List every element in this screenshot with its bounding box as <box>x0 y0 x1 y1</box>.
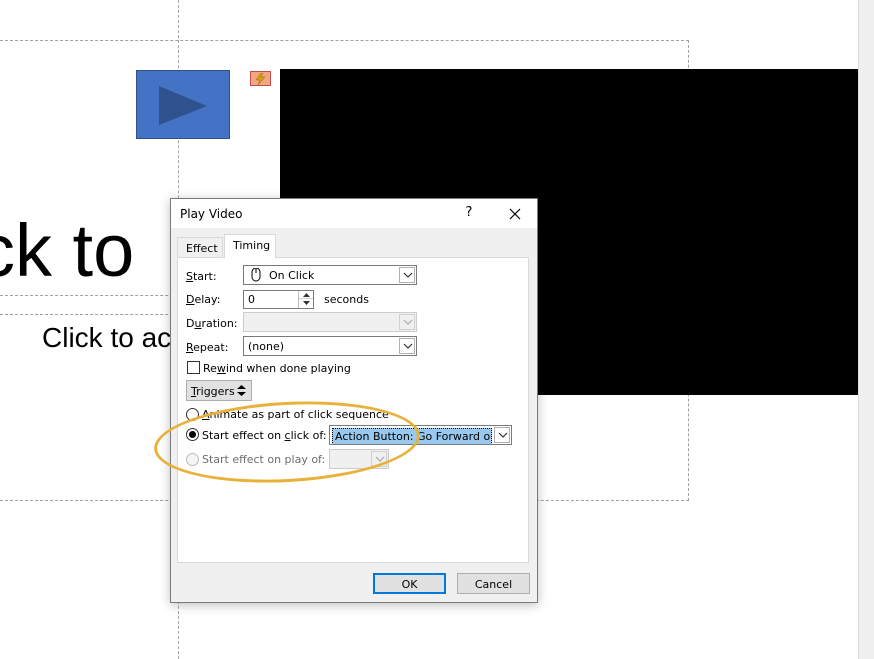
start-on-play-dropdown-arrow <box>371 451 387 467</box>
start-on-click-combo[interactable]: Action Button: Go Forward or N <box>329 425 512 445</box>
repeat-combo[interactable]: (none) <box>243 336 417 356</box>
close-icon <box>509 208 521 220</box>
arrow-up-icon <box>303 293 310 297</box>
triggers-label: Triggers <box>191 385 235 398</box>
action-button-forward[interactable] <box>136 70 230 139</box>
ok-button[interactable]: OK <box>373 573 446 594</box>
tab-effect[interactable]: Effect <box>177 237 223 257</box>
vertical-scrollbar[interactable] <box>858 0 874 659</box>
start-value: On Click <box>269 269 315 282</box>
start-dropdown-arrow[interactable] <box>399 267 415 283</box>
duration-combo <box>243 312 417 332</box>
arrow-down-icon <box>303 301 310 305</box>
collapse-arrows-icon <box>237 385 246 396</box>
duration-label: Duration: <box>186 317 238 330</box>
repeat-dropdown-arrow[interactable] <box>399 338 415 354</box>
chevron-down-icon <box>403 319 413 325</box>
rewind-checkbox[interactable] <box>187 361 200 374</box>
start-on-play-radio <box>186 453 199 466</box>
play-triangle-icon <box>159 86 207 125</box>
slide-body-text: Click to ac <box>42 322 172 353</box>
repeat-value: (none) <box>248 340 285 353</box>
lightning-icon <box>255 73 266 85</box>
delay-down-button[interactable] <box>299 299 313 307</box>
animate-sequence-label[interactable]: Animate as part of click sequence <box>202 408 389 421</box>
chevron-down-icon <box>403 343 413 349</box>
delay-unit: seconds <box>324 293 369 306</box>
cancel-button[interactable]: Cancel <box>457 573 530 594</box>
delay-up-button[interactable] <box>299 291 313 299</box>
delay-value: 0 <box>248 293 255 306</box>
start-on-click-radio[interactable] <box>186 428 199 441</box>
triggers-button[interactable]: Triggers <box>186 380 252 401</box>
delay-label: Delay: <box>186 293 221 306</box>
start-label: Start: <box>186 270 217 283</box>
start-combo[interactable]: On Click <box>243 265 417 285</box>
rewind-label[interactable]: Rewind when done playing <box>203 362 351 375</box>
animate-sequence-radio[interactable] <box>186 408 199 421</box>
delay-spin-buttons <box>298 291 313 308</box>
duration-dropdown-arrow <box>399 314 415 330</box>
mouse-icon <box>251 268 261 282</box>
slide-title-text: ck to <box>0 209 135 292</box>
help-button[interactable]: ? <box>459 205 479 223</box>
close-button[interactable] <box>505 204 525 224</box>
start-on-click-dropdown-arrow[interactable] <box>494 427 510 443</box>
chevron-down-icon <box>375 456 385 462</box>
start-on-play-label: Start effect on play of: <box>202 453 326 466</box>
chevron-down-icon <box>498 432 508 438</box>
start-on-click-label[interactable]: Start effect on click of: <box>202 429 327 442</box>
delay-spinner[interactable]: 0 <box>243 290 314 309</box>
tab-timing[interactable]: Timing <box>224 234 276 258</box>
animation-trigger-icon[interactable] <box>250 71 271 86</box>
start-on-click-value: Action Button: Go Forward or N <box>332 428 492 444</box>
repeat-label: Repeat: <box>186 341 229 354</box>
chevron-down-icon <box>403 272 413 278</box>
dialog-title: Play Video <box>180 207 243 221</box>
dialog-titlebar[interactable]: Play Video ? <box>171 199 537 228</box>
start-on-play-combo <box>329 449 389 469</box>
